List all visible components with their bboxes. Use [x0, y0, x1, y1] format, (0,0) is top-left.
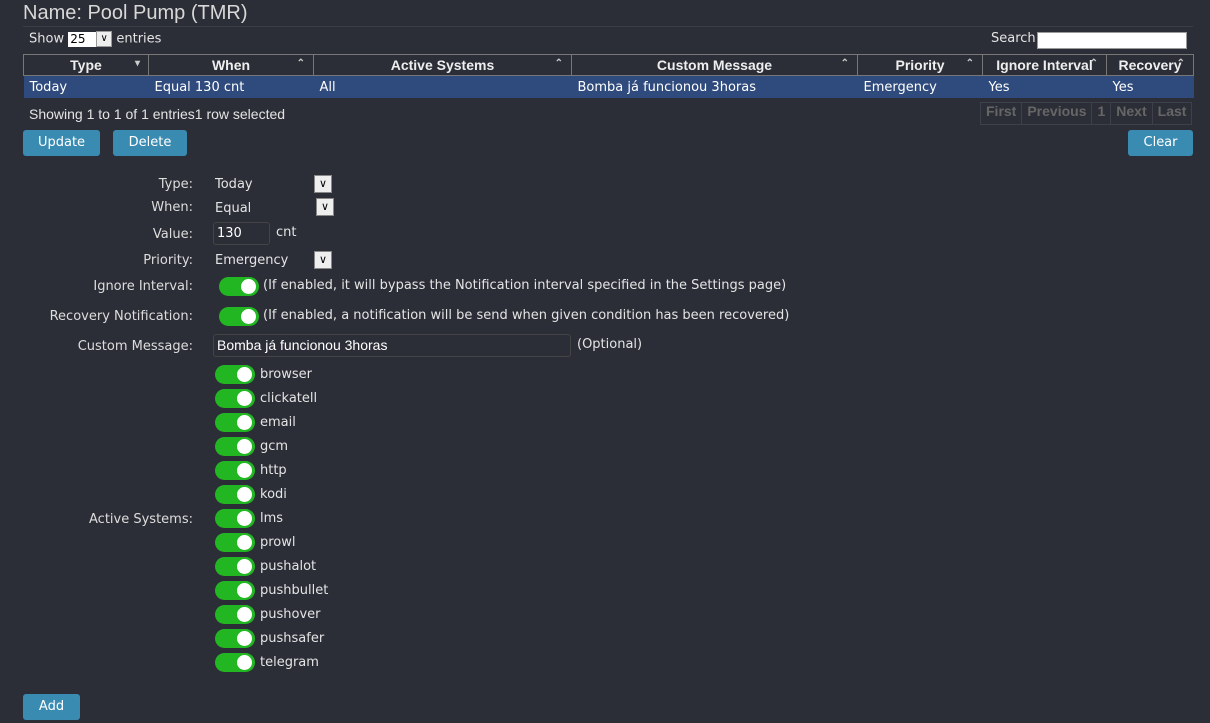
- system-toggle-pushsafer[interactable]: [215, 629, 255, 648]
- column-label: When: [211, 57, 251, 73]
- system-label: pushalot: [260, 559, 317, 574]
- sort-asc-icon: ⌃: [1089, 58, 1098, 69]
- sort-desc-icon: ▾: [134, 58, 140, 69]
- column-label: Ignore Interval: [996, 57, 1093, 73]
- system-toggle-lms[interactable]: [215, 509, 255, 528]
- column-header-ignore-interval[interactable]: Ignore Interval ⌃: [982, 54, 1107, 76]
- length-control: Show 25 ∨ entries: [29, 31, 161, 47]
- update-button[interactable]: Update: [23, 130, 100, 156]
- column-header-priority[interactable]: Priority ⌃: [857, 54, 983, 76]
- system-toggle-http[interactable]: [215, 461, 255, 480]
- column-header-custom-message[interactable]: Custom Message ⌃: [571, 54, 858, 76]
- priority-label: Priority:: [143, 253, 193, 268]
- length-select[interactable]: 25: [68, 31, 97, 47]
- system-toggle-email[interactable]: [215, 413, 255, 432]
- system-toggle-gcm[interactable]: [215, 437, 255, 456]
- show-label: Show: [29, 31, 65, 47]
- page-first[interactable]: First: [981, 103, 1021, 124]
- system-toggle-pushalot[interactable]: [215, 557, 255, 576]
- ignore-interval-toggle[interactable]: [219, 277, 259, 296]
- value-label: Value:: [152, 227, 193, 242]
- column-header-type[interactable]: Type ▾: [23, 54, 149, 76]
- system-label: pushover: [260, 607, 321, 622]
- system-label: clickatell: [260, 391, 318, 406]
- delete-button[interactable]: Delete: [113, 130, 187, 156]
- search-label: Search:: [991, 31, 1041, 46]
- chevron-down-icon[interactable]: ∨: [316, 198, 334, 216]
- table-cell: Yes: [982, 75, 1107, 98]
- table-cell: Bomba já funcionou 3horas: [571, 75, 858, 98]
- system-label: browser: [260, 367, 313, 382]
- sort-asc-icon: ⌃: [965, 58, 974, 69]
- column-header-when[interactable]: When ⌃: [148, 54, 314, 76]
- sort-asc-icon: ⌃: [840, 58, 849, 69]
- type-select[interactable]: Today: [215, 177, 253, 192]
- system-toggle-browser[interactable]: [215, 365, 255, 384]
- active-systems-label: Active Systems:: [89, 512, 193, 527]
- value-input[interactable]: 130: [213, 222, 270, 245]
- system-toggle-clickatell[interactable]: [215, 389, 255, 408]
- system-label: prowl: [260, 535, 296, 550]
- page-next[interactable]: Next: [1110, 103, 1151, 124]
- ignore-interval-hint: (If enabled, it will bypass the Notifica…: [263, 278, 787, 293]
- divider: [23, 26, 1193, 27]
- recovery-label: Recovery Notification:: [49, 309, 193, 324]
- system-label: gcm: [260, 439, 289, 454]
- system-label: kodi: [260, 487, 287, 502]
- search-input[interactable]: [1037, 32, 1187, 49]
- system-label: http: [260, 463, 287, 478]
- column-label: Type: [70, 57, 102, 73]
- type-label: Type:: [158, 177, 193, 192]
- clear-button[interactable]: Clear: [1128, 130, 1193, 156]
- priority-select[interactable]: Emergency: [215, 253, 288, 268]
- ignore-interval-label: Ignore Interval:: [93, 279, 193, 294]
- column-label: Recovery: [1118, 57, 1182, 73]
- optional-hint: (Optional): [577, 337, 643, 352]
- chevron-down-icon[interactable]: ∨: [96, 31, 113, 47]
- value-unit: cnt: [276, 225, 297, 240]
- system-label: email: [260, 415, 296, 430]
- sort-asc-icon: ⌃: [554, 58, 563, 69]
- system-label: lms: [260, 511, 284, 526]
- chevron-down-icon[interactable]: ∨: [314, 175, 332, 193]
- column-header-active-systems[interactable]: Active Systems ⌃: [313, 54, 572, 76]
- column-label: Active Systems: [390, 57, 495, 73]
- recovery-hint: (If enabled, a notification will be send…: [263, 308, 790, 323]
- rules-table: Type ▾ When ⌃ Active Systems ⌃ Custom Message ⌃…: [23, 54, 1194, 98]
- table-cell: Yes: [1106, 75, 1194, 98]
- table-cell: Today: [23, 75, 149, 98]
- system-toggle-telegram[interactable]: [215, 653, 255, 672]
- custom-message-label: Custom Message:: [77, 339, 193, 354]
- column-label: Priority: [895, 57, 945, 73]
- system-toggle-prowl[interactable]: [215, 533, 255, 552]
- page-title: Name: Pool Pump (TMR): [23, 2, 248, 24]
- system-toggle-pushbullet[interactable]: [215, 581, 255, 600]
- table-row[interactable]: Today Equal 130 cnt All Bomba já funcionou …: [23, 75, 1194, 98]
- when-select[interactable]: Equal: [215, 201, 251, 216]
- column-header-recovery[interactable]: Recovery ⌃: [1106, 54, 1194, 76]
- system-toggle-kodi[interactable]: [215, 485, 255, 504]
- table-info: Showing 1 to 1 of 1 entries1 row selecte…: [29, 106, 286, 122]
- column-label: Custom Message: [656, 57, 773, 73]
- system-toggle-pushover[interactable]: [215, 605, 255, 624]
- sort-asc-icon: ⌃: [1176, 58, 1185, 69]
- table-cell: Emergency: [857, 75, 983, 98]
- chevron-down-icon[interactable]: ∨: [314, 251, 332, 269]
- custom-message-input[interactable]: Bomba já funcionou 3horas: [213, 334, 571, 357]
- add-button[interactable]: Add: [23, 694, 80, 720]
- page-1[interactable]: 1: [1091, 103, 1110, 124]
- sort-asc-icon: ⌃: [296, 58, 305, 69]
- table-cell: All: [313, 75, 572, 98]
- page-previous[interactable]: Previous: [1021, 103, 1091, 124]
- entries-label: entries: [116, 31, 162, 47]
- search-control: Search:: [991, 31, 1187, 49]
- recovery-toggle[interactable]: [219, 307, 259, 326]
- table-cell: Equal 130 cnt: [148, 75, 314, 98]
- system-label: telegram: [260, 655, 319, 670]
- pagination: First Previous 1 Next Last: [980, 102, 1193, 125]
- system-label: pushsafer: [260, 631, 325, 646]
- when-label: When:: [151, 200, 193, 215]
- system-label: pushbullet: [260, 583, 329, 598]
- page-last[interactable]: Last: [1151, 103, 1192, 124]
